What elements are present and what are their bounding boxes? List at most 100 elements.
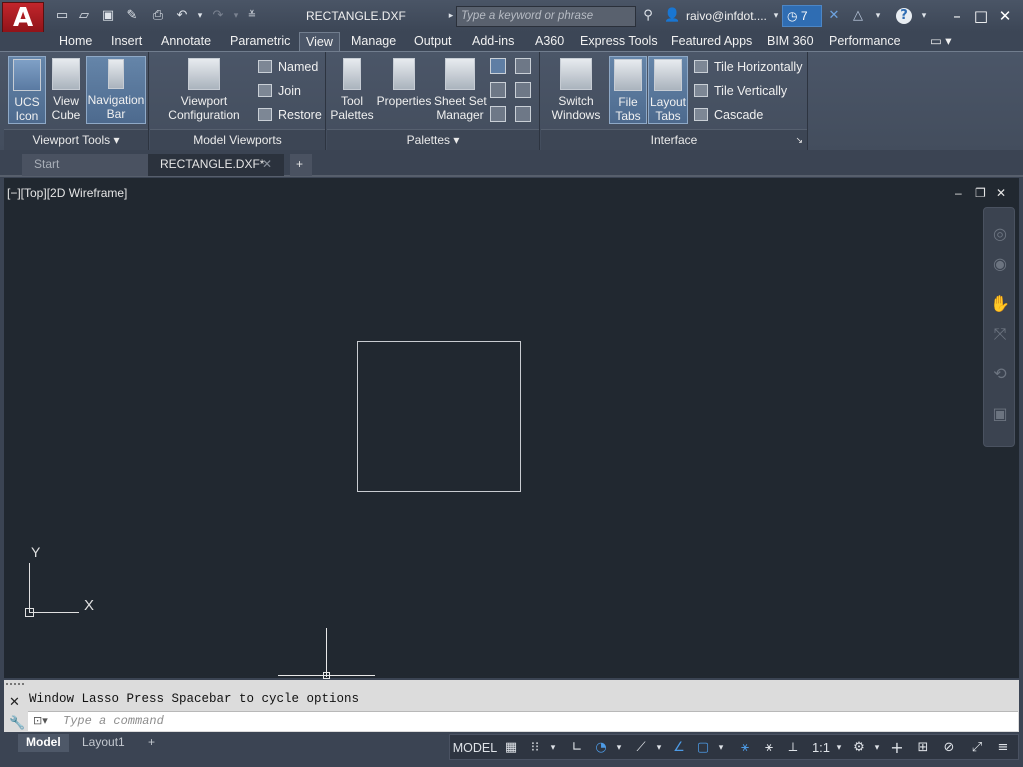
palettes-panel-title[interactable]: Palettes ▾ <box>327 129 539 150</box>
tab-output[interactable]: Output <box>412 32 454 51</box>
save-as-icon[interactable]: ✎ <box>124 8 140 24</box>
auto-scale-icon[interactable]: ⚹ <box>760 737 778 759</box>
tab-add-ins[interactable]: Add-ins <box>470 32 516 51</box>
sheet-set-manager-button[interactable]: Sheet Set Manager <box>434 56 487 124</box>
workspace-gear-icon[interactable]: ⚙ <box>850 737 868 759</box>
join-viewports-button[interactable]: Join <box>256 81 301 101</box>
tile-vertically-button[interactable]: Tile Vertically <box>692 81 787 101</box>
tab-express-tools[interactable]: Express Tools <box>578 32 660 51</box>
osnap-dropdown-icon[interactable]: ▾ <box>716 737 726 759</box>
scale-dropdown-icon[interactable]: ▾ <box>834 737 844 759</box>
add-layout-button[interactable]: + <box>140 734 163 752</box>
isodraft-dropdown-icon[interactable]: ▾ <box>654 737 664 759</box>
minimize-icon[interactable]: – <box>947 6 967 26</box>
units-icon[interactable]: ⊞ <box>914 737 932 759</box>
file-tab-rectangle-dxf[interactable]: RECTANGLE.DXF* ✕ <box>148 154 284 176</box>
customize-qat-icon[interactable]: ≚ <box>244 8 260 24</box>
view-cube-button[interactable]: View Cube <box>48 56 84 124</box>
isolate-objects-icon[interactable]: ⊘ <box>940 737 958 759</box>
viewport-tools-panel-title[interactable]: Viewport Tools ▾ <box>4 129 148 150</box>
external-references-icon[interactable] <box>515 58 531 74</box>
search-input[interactable]: Type a keyword or phrase <box>456 6 636 27</box>
file-tab-start[interactable]: Start <box>22 154 150 176</box>
tool-palette-group-icon[interactable] <box>515 106 531 122</box>
close-tab-icon[interactable]: ✕ <box>262 154 272 174</box>
tab-bim-360[interactable]: BIM 360 <box>765 32 816 51</box>
model-space-button[interactable]: MODEL <box>452 737 498 759</box>
command-line-grip[interactable] <box>6 683 24 689</box>
tab-parametric[interactable]: Parametric <box>228 32 292 51</box>
annotation-scale-value[interactable]: 1:1 <box>808 737 834 759</box>
new-file-icon[interactable]: ▭ <box>54 8 70 24</box>
dbconnect-icon[interactable] <box>490 106 506 122</box>
a360-dropdown-icon[interactable]: ▾ <box>870 8 886 24</box>
tile-horizontally-button[interactable]: Tile Horizontally <box>692 57 802 77</box>
close-icon[interactable]: ✕ <box>995 6 1015 26</box>
application-menu-button[interactable]: A <box>2 2 44 34</box>
clean-screen-icon[interactable]: ⤢ <box>968 737 986 759</box>
help-icon[interactable]: ? <box>896 8 912 24</box>
save-icon[interactable]: ▣ <box>100 8 116 24</box>
help-dropdown-icon[interactable]: ▾ <box>916 8 932 24</box>
showmotion-icon[interactable]: ▣ <box>990 404 1010 424</box>
viewport-configuration-button[interactable]: Viewport Configuration <box>158 56 250 124</box>
full-wheel-icon[interactable]: ◉ <box>990 254 1010 274</box>
quickcalc-icon[interactable] <box>515 82 531 98</box>
a360-icon[interactable]: △ <box>850 8 866 24</box>
new-tab-button[interactable]: + <box>290 154 312 176</box>
tab-insert[interactable]: Insert <box>109 32 144 51</box>
switch-windows-button[interactable]: Switch Windows <box>545 56 607 124</box>
exchange-icon[interactable]: ✕ <box>826 8 842 24</box>
command-customize-icon[interactable]: 🔧 <box>9 715 25 731</box>
navigation-bar-button[interactable]: Navigation Bar <box>86 56 146 124</box>
tab-home[interactable]: Home <box>57 32 94 51</box>
ribbon-minimize-icon[interactable]: ▭ ▾ <box>928 32 954 51</box>
ucs-icon-button[interactable]: UCS Icon <box>8 56 46 124</box>
named-viewports-button[interactable]: Named <box>256 57 318 77</box>
object-snap-tracking-icon[interactable]: ∠ <box>670 737 688 759</box>
customization-menu-icon[interactable]: ≡ <box>994 737 1012 759</box>
orbit-icon[interactable]: ⟲ <box>990 364 1010 384</box>
viewport-minimize-icon[interactable]: – <box>955 186 962 200</box>
steering-wheel-icon[interactable]: ◎ <box>990 224 1010 244</box>
redo-dropdown-icon[interactable]: ▾ <box>228 8 244 24</box>
annotation-visibility-icon[interactable]: ⚹ <box>736 737 754 759</box>
recent-commands-icon[interactable]: ⊡▾ <box>33 714 48 727</box>
open-folder-icon[interactable]: ▱ <box>76 8 92 24</box>
file-tabs-toggle[interactable]: File Tabs <box>609 56 647 124</box>
undo-dropdown-icon[interactable]: ▾ <box>192 8 208 24</box>
zoom-extents-icon[interactable]: ⤧ <box>990 324 1010 344</box>
pan-icon[interactable]: ✋ <box>990 294 1010 314</box>
panel-launcher-icon[interactable]: ↘ <box>795 130 803 150</box>
tab-annotate[interactable]: Annotate <box>159 32 213 51</box>
properties-button[interactable]: Properties <box>376 56 432 124</box>
viewport-close-icon[interactable]: ✕ <box>996 186 1006 200</box>
tab-view[interactable]: View <box>299 32 340 51</box>
undo-icon[interactable]: ↶ <box>174 8 190 24</box>
workspace-dropdown-icon[interactable]: ▾ <box>872 737 882 759</box>
tab-featured-apps[interactable]: Featured Apps <box>669 32 754 51</box>
restore-viewports-button[interactable]: Restore <box>256 105 322 125</box>
user-account[interactable]: raivo@infdot.... <box>686 9 767 23</box>
rectangle-entity[interactable] <box>357 341 521 492</box>
layout-tab-model[interactable]: Model <box>18 734 69 752</box>
snap-icon[interactable]: ⁝⁝ <box>526 737 544 759</box>
tab-performance[interactable]: Performance <box>827 32 903 51</box>
tab-manage[interactable]: Manage <box>349 32 398 51</box>
polar-dropdown-icon[interactable]: ▾ <box>614 737 624 759</box>
snap-dropdown-icon[interactable]: ▾ <box>548 737 558 759</box>
annotation-monitor-icon[interactable]: + <box>888 737 906 759</box>
tab-a360[interactable]: A360 <box>533 32 566 51</box>
viewport-restore-icon[interactable]: ❐ <box>975 186 986 200</box>
maximize-icon[interactable]: □ <box>971 6 991 26</box>
binoculars-icon[interactable]: ⚲ <box>640 8 656 24</box>
markup-set-icon[interactable] <box>490 82 506 98</box>
layout-tab-layout1[interactable]: Layout1 <box>74 734 133 752</box>
annotation-scale-icon[interactable]: ⟂ <box>784 737 802 759</box>
cascade-button[interactable]: Cascade <box>692 105 763 125</box>
subscription-badge[interactable]: ◷ 7 <box>782 5 822 27</box>
grid-icon[interactable]: ▦ <box>502 737 520 759</box>
ortho-icon[interactable]: ∟ <box>568 737 586 759</box>
object-snap-icon[interactable]: ▢ <box>694 737 712 759</box>
layout-tabs-toggle[interactable]: Layout Tabs <box>648 56 688 124</box>
